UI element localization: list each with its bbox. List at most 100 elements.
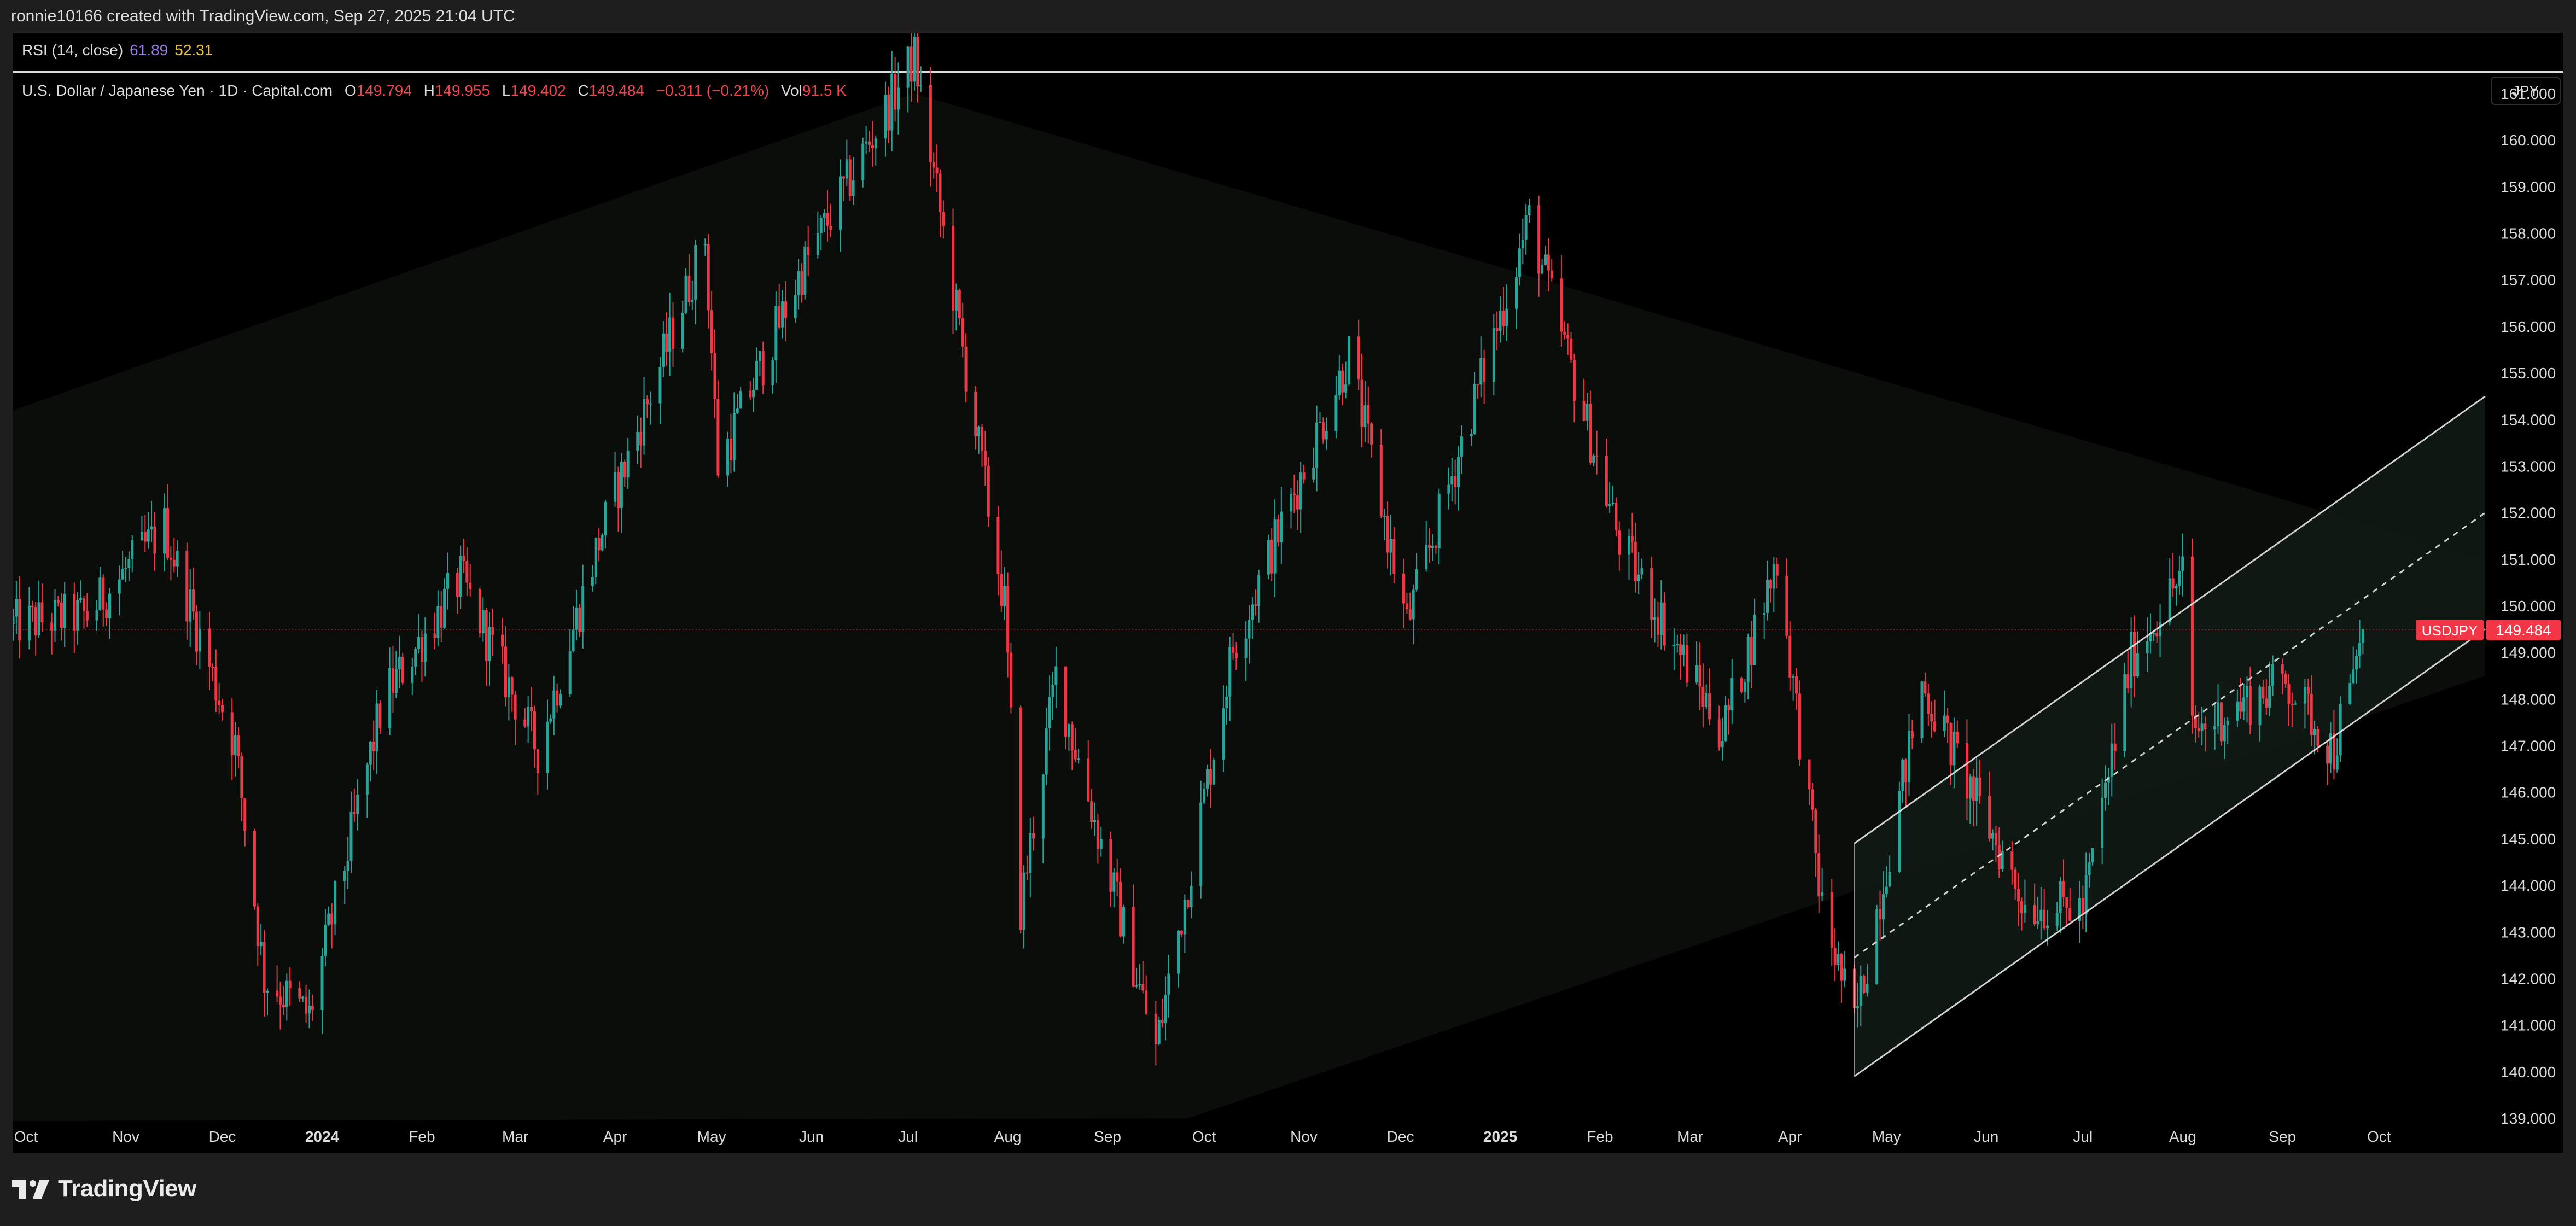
x-tick-label: Sep — [1094, 1128, 1121, 1145]
candle[interactable] — [861, 137, 865, 188]
candle[interactable] — [2339, 696, 2342, 762]
currency-button[interactable]: JPY — [2491, 77, 2561, 105]
y-tick-label: 149.000 — [2501, 644, 2556, 661]
price-chart[interactable]: 139.000 140.000 141.000 142.000 143.000 144.0… — [13, 33, 2563, 1153]
volume-value: 91.5 K — [802, 82, 847, 99]
y-tick-label: 156.000 — [2501, 318, 2556, 335]
symbol-title: U.S. Dollar / Japanese Yen · 1D · Capita… — [22, 82, 333, 99]
price-tag: USDJPY 149.484 — [2416, 619, 2561, 640]
x-tick-label: Feb — [409, 1128, 435, 1145]
x-tick-label: Dec — [1387, 1128, 1414, 1145]
candle[interactable] — [1833, 928, 1837, 982]
candle[interactable] — [1347, 336, 1350, 386]
open-key: O — [344, 82, 357, 99]
y-tick-label: 148.000 — [2501, 691, 2556, 708]
x-tick-label: Jul — [2073, 1128, 2093, 1145]
symbol-legend[interactable]: U.S. Dollar / Japanese Yen · 1D · Capita… — [22, 82, 847, 100]
candle[interactable] — [1920, 681, 1924, 743]
candle[interactable] — [1524, 203, 1528, 255]
y-tick-label: 146.000 — [2501, 784, 2556, 801]
y-tick-label: 158.000 — [2501, 225, 2556, 242]
candle[interactable] — [401, 653, 404, 685]
y-tick-label: 140.000 — [2501, 1064, 2556, 1081]
y-tick-label: 145.000 — [2501, 831, 2556, 848]
candle[interactable] — [1740, 676, 1743, 694]
close-key: C — [578, 82, 589, 99]
x-tick-label: Apr — [1778, 1128, 1802, 1145]
candle[interactable] — [848, 155, 852, 201]
candle[interactable] — [1267, 534, 1270, 580]
tradingview-logo-icon — [12, 1180, 49, 1199]
x-tick-label: Sep — [2269, 1128, 2296, 1145]
footer: TradingView — [0, 1153, 2576, 1226]
candle[interactable] — [803, 241, 807, 300]
candle[interactable] — [2190, 538, 2194, 734]
candle[interactable] — [594, 537, 597, 585]
candle[interactable] — [1840, 953, 1843, 1003]
change-value: −0.311 (−0.21%) — [656, 82, 770, 99]
y-tick-label: 142.000 — [2501, 970, 2556, 987]
y-tick-label: 144.000 — [2501, 877, 2556, 894]
x-tick-label: May — [697, 1128, 726, 1145]
candle[interactable] — [1550, 259, 1553, 282]
candle[interactable] — [1843, 951, 1846, 988]
y-tick-label: 153.000 — [2501, 458, 2556, 475]
volume-key: Vol — [780, 82, 802, 99]
candle[interactable] — [1157, 1017, 1161, 1046]
candle[interactable] — [2326, 742, 2329, 785]
candle[interactable] — [1862, 974, 1866, 994]
y-tick-label: 139.000 — [2501, 1110, 2556, 1127]
x-tick-label: Oct — [1192, 1128, 1216, 1145]
y-tick-label: 159.000 — [2501, 178, 2556, 195]
candle[interactable] — [1837, 941, 1840, 971]
y-tick-label: 155.000 — [2501, 365, 2556, 382]
header-credit: ronnie10166 created with TradingView.com… — [11, 7, 515, 25]
candle[interactable] — [916, 33, 919, 103]
chart-panel[interactable]: RSI (14, close) 61.89 52.31 139.000 140.000… — [13, 33, 2563, 1153]
candle[interactable] — [1212, 757, 1215, 785]
candle[interactable] — [919, 66, 923, 92]
candle[interactable] — [910, 33, 913, 102]
y-tick-label: 154.000 — [2501, 411, 2556, 428]
candle[interactable] — [1898, 781, 1901, 873]
candle[interactable] — [987, 457, 990, 527]
candle[interactable] — [253, 828, 256, 910]
x-tick-label: Oct — [14, 1128, 38, 1145]
y-tick-label: 147.000 — [2501, 738, 2556, 755]
candle[interactable] — [601, 533, 604, 552]
y-tick-label: 151.000 — [2501, 551, 2556, 568]
price-tag-symbol: USDJPY — [2422, 622, 2478, 639]
x-tick-label: Feb — [1587, 1128, 1613, 1145]
x-tick-label: Nov — [112, 1128, 139, 1145]
candle[interactable] — [1541, 259, 1544, 274]
x-tick-label: 2024 — [305, 1128, 340, 1145]
y-tick-label: 160.000 — [2501, 132, 2556, 149]
candle[interactable] — [1064, 666, 1068, 749]
x-tick-label: Mar — [502, 1128, 528, 1145]
y-tick-label: 141.000 — [2501, 1017, 2556, 1034]
y-tick-label: 157.000 — [2501, 272, 2556, 289]
high-value: 149.955 — [434, 82, 491, 99]
candle[interactable] — [2123, 663, 2126, 758]
candle[interactable] — [2335, 738, 2339, 773]
low-key: L — [502, 82, 511, 99]
x-tick-label: Apr — [603, 1128, 627, 1145]
tradingview-logo[interactable]: TradingView — [12, 1171, 196, 1206]
x-tick-label: Mar — [1677, 1128, 1703, 1145]
high-key: H — [423, 82, 435, 99]
candle[interactable] — [1521, 218, 1524, 265]
candle[interactable] — [913, 33, 916, 91]
y-tick-label: 143.000 — [2501, 924, 2556, 941]
candle[interactable] — [1528, 199, 1531, 223]
x-tick-label: Oct — [2367, 1128, 2391, 1145]
x-tick-label: Jun — [1974, 1128, 1998, 1145]
candle[interactable] — [1009, 643, 1012, 714]
x-tick-label: Dec — [209, 1128, 236, 1145]
candle[interactable] — [1019, 705, 1022, 933]
candle[interactable] — [2219, 702, 2223, 746]
candle[interactable] — [1543, 246, 1547, 266]
candle[interactable] — [1875, 904, 1879, 985]
tradingview-wordmark: TradingView — [58, 1175, 196, 1202]
x-tick-label: Nov — [1290, 1128, 1318, 1145]
x-tick-label: 2025 — [1483, 1128, 1517, 1145]
